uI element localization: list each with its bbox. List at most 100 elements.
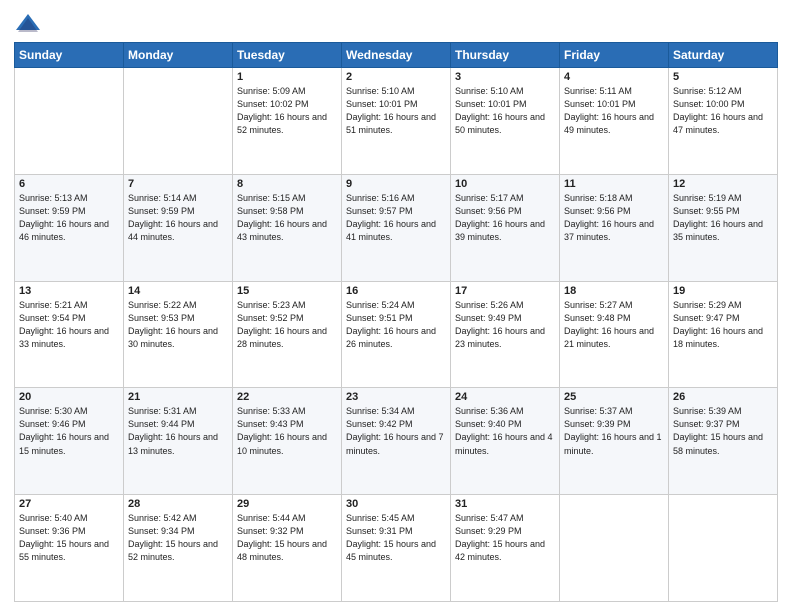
day-info: Sunrise: 5:11 AM Sunset: 10:01 PM Daylig… [564,85,664,137]
day-cell: 20Sunrise: 5:30 AM Sunset: 9:46 PM Dayli… [15,388,124,495]
day-number: 2 [346,71,446,83]
day-cell: 16 Sunrise: 5:24 AM Sunset: 9:51 PM Dayli… [342,281,451,388]
logo-icon [14,10,42,38]
day-info: Sunrise: 5:29 AM Sunset: 9:47 PM Dayligh… [673,299,773,351]
page: SundayMondayTuesdayWednesdayThursdayFrid… [0,0,792,612]
day-number: 9 [346,178,446,190]
day-number: 22 [237,391,337,403]
day-cell: 4 Sunrise: 5:11 AM Sunset: 10:01 PM Dayli… [560,68,669,175]
day-cell: 29 Sunrise: 5:44 AM Sunset: 9:32 PM Dayli… [233,495,342,602]
weekday-header-tuesday: Tuesday [233,43,342,68]
day-info: Sunrise: 5:27 AM Sunset: 9:48 PM Dayligh… [564,299,664,351]
day-number: 30 [346,498,446,510]
day-info: Sunrise: 5:26 AM Sunset: 9:49 PM Dayligh… [455,299,555,351]
day-info: Sunrise: 5:14 AM Sunset: 9:59 PM Dayligh… [128,192,228,244]
day-number: 1 [237,71,337,83]
day-info: Sunrise: 5:24 AM Sunset: 9:51 PM Dayligh… [346,299,446,351]
day-number: 26 [673,391,773,403]
day-info: Sunrise: 5:36 AM Sunset: 9:40 PM Dayligh… [455,405,555,457]
day-number: 15 [237,285,337,297]
week-row-5: 27 Sunrise: 5:40 AM Sunset: 9:36 PM Dayli… [15,495,778,602]
day-cell [560,495,669,602]
day-cell: 12Sunrise: 5:19 AM Sunset: 9:55 PM Dayli… [669,174,778,281]
day-number: 3 [455,71,555,83]
day-cell: 15 Sunrise: 5:23 AM Sunset: 9:52 PM Dayli… [233,281,342,388]
week-row-1: 1 Sunrise: 5:09 AM Sunset: 10:02 PM Dayli… [15,68,778,175]
day-info: Sunrise: 5:09 AM Sunset: 10:02 PM Daylig… [237,85,337,137]
day-info: Sunrise: 5:21 AM Sunset: 9:54 PM Dayligh… [19,299,119,351]
day-number: 12 [673,178,773,190]
day-number: 8 [237,178,337,190]
day-cell: 26Sunrise: 5:39 AM Sunset: 9:37 PM Dayli… [669,388,778,495]
weekday-header-row: SundayMondayTuesdayWednesdayThursdayFrid… [15,43,778,68]
weekday-header-friday: Friday [560,43,669,68]
day-info: Sunrise: 5:33 AM Sunset: 9:43 PM Dayligh… [237,405,337,457]
week-row-2: 6Sunrise: 5:13 AM Sunset: 9:59 PM Daylig… [15,174,778,281]
day-info: Sunrise: 5:15 AM Sunset: 9:58 PM Dayligh… [237,192,337,244]
calendar-table: SundayMondayTuesdayWednesdayThursdayFrid… [14,42,778,602]
week-row-4: 20Sunrise: 5:30 AM Sunset: 9:46 PM Dayli… [15,388,778,495]
day-number: 23 [346,391,446,403]
day-cell: 30Sunrise: 5:45 AM Sunset: 9:31 PM Dayli… [342,495,451,602]
day-cell: 31 Sunrise: 5:47 AM Sunset: 9:29 PM Dayli… [451,495,560,602]
day-number: 11 [564,178,664,190]
day-cell: 1 Sunrise: 5:09 AM Sunset: 10:02 PM Dayli… [233,68,342,175]
weekday-header-sunday: Sunday [15,43,124,68]
day-number: 25 [564,391,664,403]
day-cell: 17Sunrise: 5:26 AM Sunset: 9:49 PM Dayli… [451,281,560,388]
day-number: 6 [19,178,119,190]
day-info: Sunrise: 5:16 AM Sunset: 9:57 PM Dayligh… [346,192,446,244]
day-info: Sunrise: 5:47 AM Sunset: 9:29 PM Dayligh… [455,512,555,564]
day-info: Sunrise: 5:44 AM Sunset: 9:32 PM Dayligh… [237,512,337,564]
day-number: 14 [128,285,228,297]
day-cell: 6Sunrise: 5:13 AM Sunset: 9:59 PM Daylig… [15,174,124,281]
day-info: Sunrise: 5:40 AM Sunset: 9:36 PM Dayligh… [19,512,119,564]
day-cell: 10 Sunrise: 5:17 AM Sunset: 9:56 PM Dayli… [451,174,560,281]
day-cell: 22 Sunrise: 5:33 AM Sunset: 9:43 PM Dayli… [233,388,342,495]
day-info: Sunrise: 5:23 AM Sunset: 9:52 PM Dayligh… [237,299,337,351]
day-info: Sunrise: 5:34 AM Sunset: 9:42 PM Dayligh… [346,405,446,457]
day-cell: 11 Sunrise: 5:18 AM Sunset: 9:56 PM Dayli… [560,174,669,281]
day-info: Sunrise: 5:31 AM Sunset: 9:44 PM Dayligh… [128,405,228,457]
day-number: 10 [455,178,555,190]
day-cell: 7 Sunrise: 5:14 AM Sunset: 9:59 PM Daylig… [124,174,233,281]
day-number: 19 [673,285,773,297]
day-number: 28 [128,498,228,510]
logo [14,10,46,38]
day-cell: 28 Sunrise: 5:42 AM Sunset: 9:34 PM Dayli… [124,495,233,602]
day-number: 13 [19,285,119,297]
day-info: Sunrise: 5:22 AM Sunset: 9:53 PM Dayligh… [128,299,228,351]
day-number: 7 [128,178,228,190]
day-cell: 3Sunrise: 5:10 AM Sunset: 10:01 PM Dayli… [451,68,560,175]
day-cell: 21 Sunrise: 5:31 AM Sunset: 9:44 PM Dayli… [124,388,233,495]
day-number: 20 [19,391,119,403]
day-cell: 19 Sunrise: 5:29 AM Sunset: 9:47 PM Dayli… [669,281,778,388]
weekday-header-thursday: Thursday [451,43,560,68]
day-number: 24 [455,391,555,403]
day-info: Sunrise: 5:17 AM Sunset: 9:56 PM Dayligh… [455,192,555,244]
weekday-header-wednesday: Wednesday [342,43,451,68]
day-info: Sunrise: 5:42 AM Sunset: 9:34 PM Dayligh… [128,512,228,564]
day-cell: 9 Sunrise: 5:16 AM Sunset: 9:57 PM Daylig… [342,174,451,281]
day-info: Sunrise: 5:37 AM Sunset: 9:39 PM Dayligh… [564,405,664,457]
day-number: 27 [19,498,119,510]
day-info: Sunrise: 5:10 AM Sunset: 10:01 PM Daylig… [346,85,446,137]
day-cell: 25 Sunrise: 5:37 AM Sunset: 9:39 PM Dayli… [560,388,669,495]
day-number: 4 [564,71,664,83]
day-cell: 27 Sunrise: 5:40 AM Sunset: 9:36 PM Dayli… [15,495,124,602]
day-cell [669,495,778,602]
day-number: 21 [128,391,228,403]
day-cell: 14 Sunrise: 5:22 AM Sunset: 9:53 PM Dayli… [124,281,233,388]
day-cell: 8 Sunrise: 5:15 AM Sunset: 9:58 PM Daylig… [233,174,342,281]
day-info: Sunrise: 5:18 AM Sunset: 9:56 PM Dayligh… [564,192,664,244]
day-cell: 13 Sunrise: 5:21 AM Sunset: 9:54 PM Dayli… [15,281,124,388]
weekday-header-monday: Monday [124,43,233,68]
header [14,10,778,38]
day-number: 29 [237,498,337,510]
day-info: Sunrise: 5:12 AM Sunset: 10:00 PM Daylig… [673,85,773,137]
day-cell [15,68,124,175]
day-number: 16 [346,285,446,297]
weekday-header-saturday: Saturday [669,43,778,68]
day-cell: 18Sunrise: 5:27 AM Sunset: 9:48 PM Dayli… [560,281,669,388]
day-number: 31 [455,498,555,510]
